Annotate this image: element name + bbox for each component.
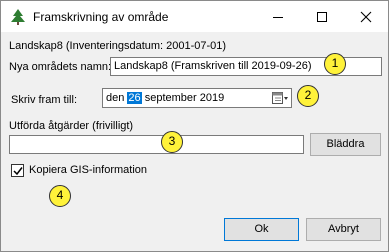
title-bar[interactable]: Framskrivning av område [1, 1, 388, 32]
date-label: Skriv fram till: [11, 94, 77, 106]
dialog-window: Framskrivning av område Landskap8 (Inven… [0, 0, 389, 252]
callout-2: 2 [297, 85, 319, 107]
close-icon [360, 11, 372, 23]
cancel-button[interactable]: Avbryt [306, 218, 381, 241]
close-button[interactable] [344, 1, 388, 32]
minimize-button[interactable] [256, 1, 300, 32]
ok-button[interactable]: Ok [224, 218, 299, 241]
maximize-button[interactable] [300, 1, 344, 32]
date-suffix: september 2019 [141, 92, 225, 104]
actions-label: Utförda åtgärder (frivilligt) [9, 120, 134, 132]
maximize-icon [317, 12, 327, 22]
date-picker[interactable]: den 26 september 2019 [102, 88, 292, 108]
tree-icon [10, 9, 26, 25]
actions-input[interactable] [9, 135, 304, 154]
minimize-icon [273, 17, 283, 18]
callout-3: 3 [161, 131, 183, 153]
date-prefix: den [106, 92, 128, 104]
window-title: Framskrivning av område [33, 10, 169, 24]
copy-gis-checkbox[interactable] [11, 164, 24, 177]
callout-4: 4 [49, 185, 71, 207]
copy-gis-label[interactable]: Kopiera GIS-information [29, 164, 147, 176]
checkmark-icon [13, 167, 23, 176]
inventory-info: Landskap8 (Inventeringsdatum: 2001-07-01… [9, 40, 227, 52]
calendar-dropdown-icon[interactable] [272, 92, 288, 105]
date-day-selected: 26 [127, 92, 142, 104]
callout-1: 1 [324, 53, 346, 75]
name-label: Nya områdets namn: [9, 61, 112, 73]
browse-button[interactable]: Bläddra [310, 133, 381, 156]
